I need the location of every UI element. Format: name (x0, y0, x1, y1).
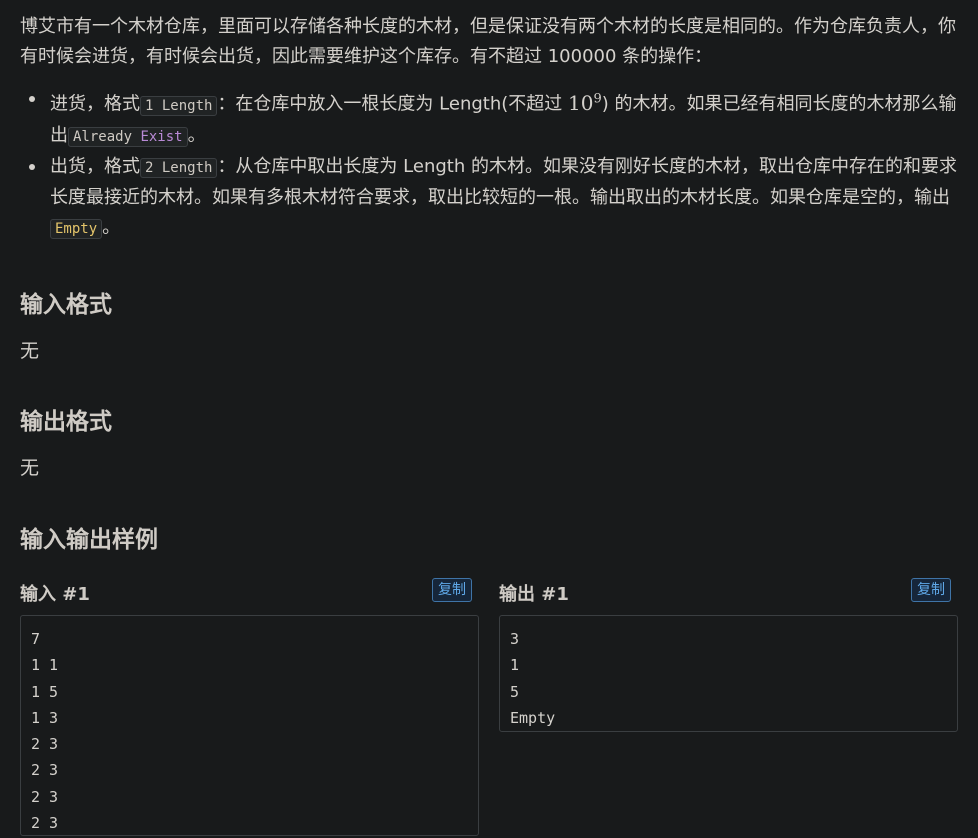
sample-line: 2 3 (31, 761, 59, 780)
sample-input-label: 输入 #1 (20, 584, 90, 605)
list-item: 进货，格式 1 Length ：在仓库中放入一根长度为 Length(不超过 109… (29, 84, 960, 152)
sample-output-label: 输出 #1 (499, 584, 569, 605)
op2-suffix: 。 (102, 216, 121, 238)
power-exponent: 9 (593, 91, 602, 106)
sample-line: 1 5 (31, 682, 59, 701)
sample-input-box[interactable]: 7 1 1 1 5 1 3 2 3 2 3 2 3 2 3 (20, 615, 479, 836)
inline-code: 1 Length (140, 95, 218, 116)
output-format-heading: 输出格式 (20, 409, 112, 435)
power-expression: 109 (568, 91, 602, 115)
power-base: 10 (568, 90, 594, 115)
sample-line: 1 (510, 656, 520, 675)
sample-line: 7 (31, 630, 41, 648)
problem-description: 博艾市有一个木材仓库，里面可以存储各种长度的木材，但是保证没有两个木材的长度是相… (20, 16, 956, 67)
inline-code: 2 Length (140, 157, 218, 178)
problem-content: 博艾市有一个木材仓库，里面可以存储各种长度的木材，但是保证没有两个木材的长度是相… (20, 12, 960, 553)
operation-list: 进货，格式 1 Length ：在仓库中放入一根长度为 Length(不超过 109… (20, 84, 960, 244)
op1-text: ：在仓库中放入一根长度为 Length(不超过 (217, 93, 568, 115)
inline-code: Empty (50, 218, 103, 239)
copy-output-button[interactable]: 复制 (911, 578, 951, 602)
sample-line: 2 3 (31, 735, 59, 754)
input-format-text: 无 (20, 340, 40, 362)
sample-line: 1 1 (31, 656, 59, 675)
sample-output-box[interactable]: 3 1 5 Empty (499, 615, 958, 732)
sample-line: 2 3 (31, 787, 59, 806)
list-item: 出货，格式 2 Length ：从仓库中取出长度为 Length 的木材。如果没有刚… (29, 152, 960, 244)
output-format-text: 无 (20, 457, 40, 479)
code-keyword: Exist (140, 128, 183, 145)
op1-prefix: 进货，格式 (50, 93, 140, 115)
sample-line: 2 3 (31, 814, 59, 833)
copy-input-button[interactable]: 复制 (432, 578, 472, 602)
sample-line: 5 (510, 682, 520, 701)
sample-line: 3 (510, 630, 520, 648)
op2-prefix: 出货，格式 (50, 155, 140, 177)
input-format-heading: 输入格式 (20, 292, 112, 318)
sample-line: Empty (510, 708, 556, 727)
sample-line: 1 3 (31, 708, 59, 727)
samples-heading: 输入输出样例 (20, 527, 158, 553)
code-word: Already (73, 128, 141, 145)
inline-code: Already Exist (68, 126, 188, 147)
op1-suffix: 。 (187, 124, 206, 146)
